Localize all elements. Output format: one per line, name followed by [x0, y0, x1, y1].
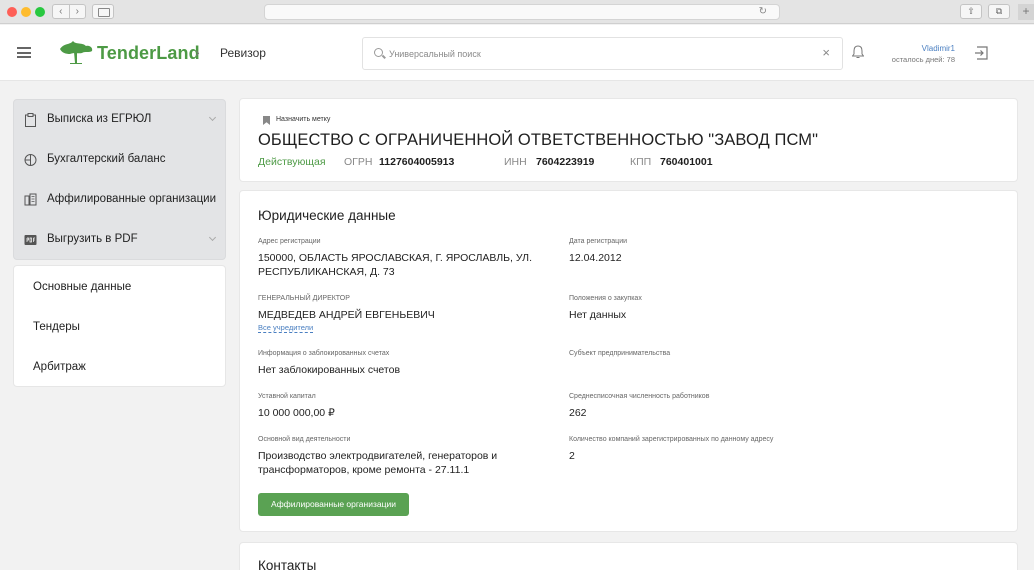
address-line-2: РЕСПУБЛИКАНСКАЯ, Д. 73 — [258, 266, 395, 278]
sidebar-item-balance[interactable]: Бухгалтерский баланс — [14, 140, 225, 180]
balance-icon — [24, 154, 37, 166]
companies-at-address-value: 2 — [569, 450, 575, 462]
capital-value: 10 000 000,00 ₽ — [258, 407, 335, 419]
bookmark-icon[interactable] — [263, 116, 270, 125]
blocked-accounts-value: Нет заблокированных счетов — [258, 364, 401, 376]
logout-icon[interactable] — [974, 45, 990, 61]
sidebar-item-label: Аффилированные организации — [47, 193, 217, 205]
history-nav: ‹ › — [52, 4, 86, 19]
new-tab-icon[interactable]: + — [1018, 4, 1034, 20]
tree-logo-icon[interactable] — [58, 39, 94, 65]
minimize-window-button[interactable] — [21, 7, 31, 17]
blocked-accounts-label: Информация о заблокированных счетах — [258, 350, 390, 357]
director-label: ГЕНЕРАЛЬНЫЙ ДИРЕКТОР — [258, 295, 350, 302]
menu-icon[interactable] — [17, 47, 31, 58]
status-badge: Действующая — [258, 156, 326, 168]
activity-label: Основной вид деятельности — [258, 436, 351, 443]
forward-icon[interactable]: › — [70, 5, 86, 18]
close-window-button[interactable] — [7, 7, 17, 17]
employees-label: Среднесписочная численность работников — [569, 393, 710, 400]
activity-line-1: Производство электродвигателей, генерато… — [258, 450, 498, 462]
section-title: Юридические данные — [258, 208, 396, 223]
sidebar-toggle-icon[interactable] — [92, 4, 114, 19]
affiliated-orgs-button[interactable]: Аффилированные организации — [258, 493, 409, 516]
sidebar-item-pdf[interactable]: Выгрузить в PDF — [14, 220, 225, 260]
kpp-value: 760401001 — [660, 156, 713, 168]
procurement-label: Положения о закупках — [569, 295, 642, 302]
ogrn-value: 1127604005913 — [379, 156, 455, 168]
company-name: ОБЩЕСТВО С ОГРАНИЧЕННОЙ ОТВЕТСТВЕННОСТЬЮ… — [258, 131, 819, 149]
section-title: Контакты — [258, 558, 317, 570]
assign-tag-button[interactable]: Назначить метку — [276, 116, 330, 123]
browser-toolbar: ‹ › ↻ ⇧ ⧉ + — [0, 0, 1034, 24]
director-value: МЕДВЕДЕВ АНДРЕЙ ЕВГЕНЬЕВИЧ — [258, 309, 435, 321]
chevron-down-icon — [208, 113, 217, 122]
share-icon[interactable]: ⇧ — [960, 4, 982, 19]
reg-date-value: 12.04.2012 — [569, 252, 622, 264]
clear-icon[interactable]: × — [822, 46, 830, 60]
user-name[interactable]: Vladimir1 — [880, 44, 955, 53]
company-header-card: Назначить метку ОБЩЕСТВО С ОГРАНИЧЕННОЙ … — [239, 98, 1018, 182]
ogrn-label: ОГРН — [344, 156, 373, 168]
chevron-down-icon — [208, 233, 217, 242]
employees-value: 262 — [569, 407, 587, 419]
maximize-window-button[interactable] — [35, 7, 45, 17]
inn-value: 7604223919 — [536, 156, 595, 168]
tabs-overview-icon[interactable]: ⧉ — [988, 4, 1010, 19]
procurement-value: Нет данных — [569, 309, 627, 321]
reg-date-label: Дата регистрации — [569, 238, 628, 245]
sidebar-item-label: Выгрузить в PDF — [47, 233, 138, 245]
contacts-card: Контакты — [239, 542, 1018, 570]
brand-name[interactable]: TenderLand — [97, 43, 200, 64]
address-label: Адрес регистрации — [258, 238, 321, 245]
legal-data-card: Юридические данные Адрес регистрации 150… — [239, 190, 1018, 532]
sidebar-item-affiliated[interactable]: Аффилированные организации — [14, 180, 225, 220]
subscription-days: осталось дней: 78 — [891, 55, 955, 64]
app-header: TenderLand › Ревизор × Vladimir1 осталос… — [0, 25, 1034, 81]
search-icon — [374, 48, 383, 57]
sidebar-item-egrul[interactable]: Выписка из ЕГРЮЛ — [14, 100, 225, 140]
sidebar-nav: Основные данные Тендеры Арбитраж — [13, 265, 226, 387]
entrepreneur-label: Субъект предпринимательства — [569, 350, 671, 357]
search-input[interactable] — [389, 45, 809, 63]
nav-item-tenders[interactable]: Тендеры — [33, 321, 80, 333]
all-founders-link[interactable]: Все учредители — [258, 323, 314, 333]
clipboard-icon — [25, 113, 36, 127]
sidebar-item-label: Выписка из ЕГРЮЛ — [47, 113, 152, 125]
reload-icon[interactable]: ↻ — [759, 5, 767, 19]
companies-at-address-label: Количество компаний зарегистрированных п… — [569, 436, 774, 443]
inn-label: ИНН — [504, 156, 527, 168]
sidebar-tools: Выписка из ЕГРЮЛ Бухгалтерский баланс Аф… — [13, 99, 226, 260]
back-icon[interactable]: ‹ — [53, 5, 70, 18]
activity-line-2: трансформаторов, кроме ремонта - 27.11.1 — [258, 464, 470, 476]
breadcrumb-separator: › — [195, 44, 200, 60]
pdf-icon — [24, 235, 37, 245]
nav-item-arbitration[interactable]: Арбитраж — [33, 361, 86, 373]
sidebar-item-label: Бухгалтерский баланс — [47, 153, 166, 165]
nav-item-main-data[interactable]: Основные данные — [33, 281, 131, 293]
kpp-label: КПП — [630, 156, 652, 168]
org-structure-icon — [24, 193, 37, 206]
breadcrumb[interactable]: Ревизор — [220, 46, 266, 60]
address-line-1: 150000, ОБЛАСТЬ ЯРОСЛАВСКАЯ, Г. ЯРОСЛАВЛ… — [258, 252, 532, 264]
search-box: × — [362, 37, 843, 70]
address-bar[interactable]: ↻ — [264, 4, 780, 20]
capital-label: Уставной капитал — [258, 393, 316, 400]
